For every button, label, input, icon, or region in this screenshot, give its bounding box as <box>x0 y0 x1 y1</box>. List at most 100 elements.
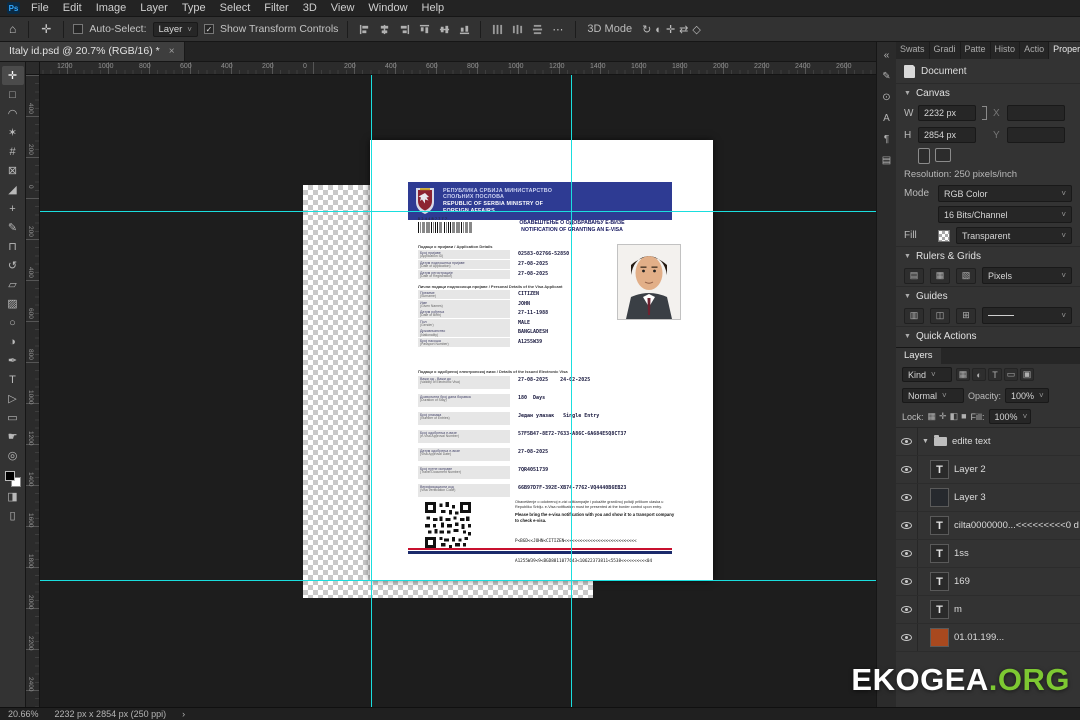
menu-layer[interactable]: Layer <box>133 2 175 14</box>
eraser-tool[interactable]: ▱ <box>2 275 24 294</box>
brushes-panel-icon[interactable]: ✎ <box>878 66 896 87</box>
quick-mask-icon[interactable]: ◨ <box>2 487 24 506</box>
close-tab-icon[interactable]: × <box>169 46 175 57</box>
toggle-guides-icon[interactable]: ▥ <box>904 307 924 324</box>
ruler-units-select[interactable]: Pixels <box>982 267 1072 284</box>
align-left-edges-icon[interactable] <box>357 22 371 36</box>
layer-name[interactable]: m <box>954 604 962 615</box>
bit-depth-select[interactable]: 16 Bits/Channel <box>938 206 1072 223</box>
horizontal-ruler[interactable]: 1200 1000 800 600 400 200 0 200 400 600 800 1000 120… <box>26 62 876 75</box>
canvas-width-field[interactable]: 2232 px <box>918 105 976 121</box>
brush-tool[interactable]: ✎ <box>2 218 24 237</box>
lock-all-icon[interactable]: ■ <box>961 411 966 422</box>
show-transform-controls-checkbox[interactable]: ✓ <box>203 24 214 34</box>
3d-scale-icon[interactable]: ◇ <box>690 24 702 36</box>
screen-mode-icon[interactable]: ▯ <box>2 506 24 525</box>
layer-name[interactable]: Layer 2 <box>954 464 986 475</box>
lock-pixels-icon[interactable]: ✛ <box>939 411 947 422</box>
menu-filter[interactable]: Filter <box>257 2 295 14</box>
canvas-height-field[interactable]: 2854 px <box>918 127 976 143</box>
eye-icon[interactable] <box>901 550 912 557</box>
collapse-panels-icon[interactable]: « <box>878 45 896 66</box>
layer-row[interactable]: T 1ss <box>896 540 1080 568</box>
layer-visibility-cell[interactable] <box>896 512 918 539</box>
align-right-edges-icon[interactable] <box>397 22 411 36</box>
type-tool[interactable]: T <box>2 370 24 389</box>
layer-filter-kind-select[interactable]: Kind <box>902 367 952 382</box>
align-top-edges-icon[interactable] <box>417 22 431 36</box>
tab-layers[interactable]: Layers <box>896 348 941 364</box>
layer-name[interactable]: edite text <box>952 436 991 447</box>
group-expand-icon[interactable]: ▼ <box>922 438 929 445</box>
canvas-area[interactable]: РЕПУБЛИКА СРБИЈА МИНИСТАРСТВО СПОЉНИХ ПО… <box>40 75 876 707</box>
menu-edit[interactable]: Edit <box>56 2 89 14</box>
grid-settings-icon[interactable]: ▧ <box>956 267 976 284</box>
document-tab[interactable]: Italy id.psd @ 20.7% (RGB/16) * × <box>0 41 185 61</box>
quick-selection-tool[interactable]: ✶ <box>2 123 24 142</box>
move-tool[interactable]: ✛ <box>1 66 24 85</box>
auto-select-checkbox[interactable] <box>73 24 84 34</box>
marquee-tool[interactable]: □ <box>2 85 24 104</box>
layer-row[interactable]: ▼ edite text <box>896 428 1080 456</box>
status-chevron-icon[interactable]: › <box>182 709 185 719</box>
orientation-portrait-icon[interactable] <box>918 148 930 164</box>
panel-tab-actio[interactable]: Actio <box>1020 42 1050 59</box>
3d-roll-icon[interactable]: ◐ <box>653 24 664 36</box>
healing-brush-tool[interactable]: + <box>2 199 24 218</box>
quick-actions-section-header[interactable]: ▼ Quick Actions <box>896 326 1080 345</box>
dodge-tool[interactable]: ◑ <box>2 332 24 351</box>
paragraph-panel-icon[interactable]: ¶ <box>878 129 896 150</box>
layer-visibility-cell[interactable] <box>896 540 918 567</box>
frame-tool[interactable]: ⊠ <box>2 161 24 180</box>
align-vertical-centers-icon[interactable] <box>437 22 451 36</box>
guide-vertical-2[interactable] <box>571 75 572 707</box>
align-horizontal-centers-icon[interactable] <box>377 22 391 36</box>
layer-name[interactable]: 1ss <box>954 548 969 559</box>
foreground-color-swatch[interactable] <box>4 471 15 481</box>
3d-rotate-icon[interactable]: ↻ <box>640 24 653 36</box>
guides-style-select[interactable] <box>982 307 1072 324</box>
layer-visibility-cell[interactable] <box>896 596 918 623</box>
clear-guides-icon[interactable]: ⊞ <box>956 307 976 324</box>
align-bottom-edges-icon[interactable] <box>457 22 471 36</box>
lock-transparency-icon[interactable]: ▦ <box>928 411 937 422</box>
eye-icon[interactable] <box>901 634 912 641</box>
menu-window[interactable]: Window <box>361 2 414 14</box>
blend-mode-select[interactable]: Normal <box>902 388 964 403</box>
guide-horizontal-2[interactable] <box>40 580 876 581</box>
eye-icon[interactable] <box>901 466 912 473</box>
menu-type[interactable]: Type <box>175 2 213 14</box>
layer-fill-field[interactable]: 100% <box>988 409 1031 424</box>
filter-pixel-layers-icon[interactable]: ▦ <box>956 368 970 381</box>
distribute-vertical-centers-icon[interactable] <box>530 22 544 36</box>
filter-type-layers-icon[interactable]: T <box>988 368 1002 381</box>
layer-visibility-cell[interactable] <box>896 568 918 595</box>
distribute-horizontal-centers-icon[interactable] <box>510 22 524 36</box>
orientation-landscape-icon[interactable] <box>935 148 951 162</box>
visa-document[interactable]: РЕПУБЛИКА СРБИЈА МИНИСТАРСТВО СПОЉНИХ ПО… <box>370 140 713 580</box>
eye-icon[interactable] <box>901 522 912 529</box>
menu-image[interactable]: Image <box>89 2 134 14</box>
home-icon[interactable]: ⌂ <box>6 22 19 36</box>
menu-select[interactable]: Select <box>213 2 258 14</box>
panel-tab-swats[interactable]: Swats <box>896 42 930 59</box>
eye-icon[interactable] <box>901 438 912 445</box>
hand-tool[interactable]: ☛ <box>2 427 24 446</box>
clone-source-panel-icon[interactable]: ⊙ <box>878 87 896 108</box>
crop-tool[interactable]: # <box>2 142 24 161</box>
move-tool-preset-icon[interactable]: ✛ <box>38 22 54 36</box>
eyedropper-tool[interactable]: ◢ <box>2 180 24 199</box>
canvas-fill-select[interactable]: Transparent <box>956 227 1072 244</box>
layer-name[interactable]: Layer 3 <box>954 492 986 503</box>
distribute-left-edges-icon[interactable] <box>490 22 504 36</box>
layer-name[interactable]: 169 <box>954 576 970 587</box>
gradient-tool[interactable]: ▨ <box>2 294 24 313</box>
menu-3d[interactable]: 3D <box>296 2 324 14</box>
clone-stamp-tool[interactable]: ⊓ <box>2 237 24 256</box>
layer-name[interactable]: 01.01.199... <box>954 632 1004 643</box>
layer-visibility-cell[interactable] <box>896 484 918 511</box>
guide-horizontal-1[interactable] <box>40 211 876 212</box>
canvas-section-header[interactable]: ▼ Canvas <box>896 83 1080 102</box>
guides-section-header[interactable]: ▼ Guides <box>896 286 1080 305</box>
toggle-grid-icon[interactable]: ▦ <box>930 267 950 284</box>
